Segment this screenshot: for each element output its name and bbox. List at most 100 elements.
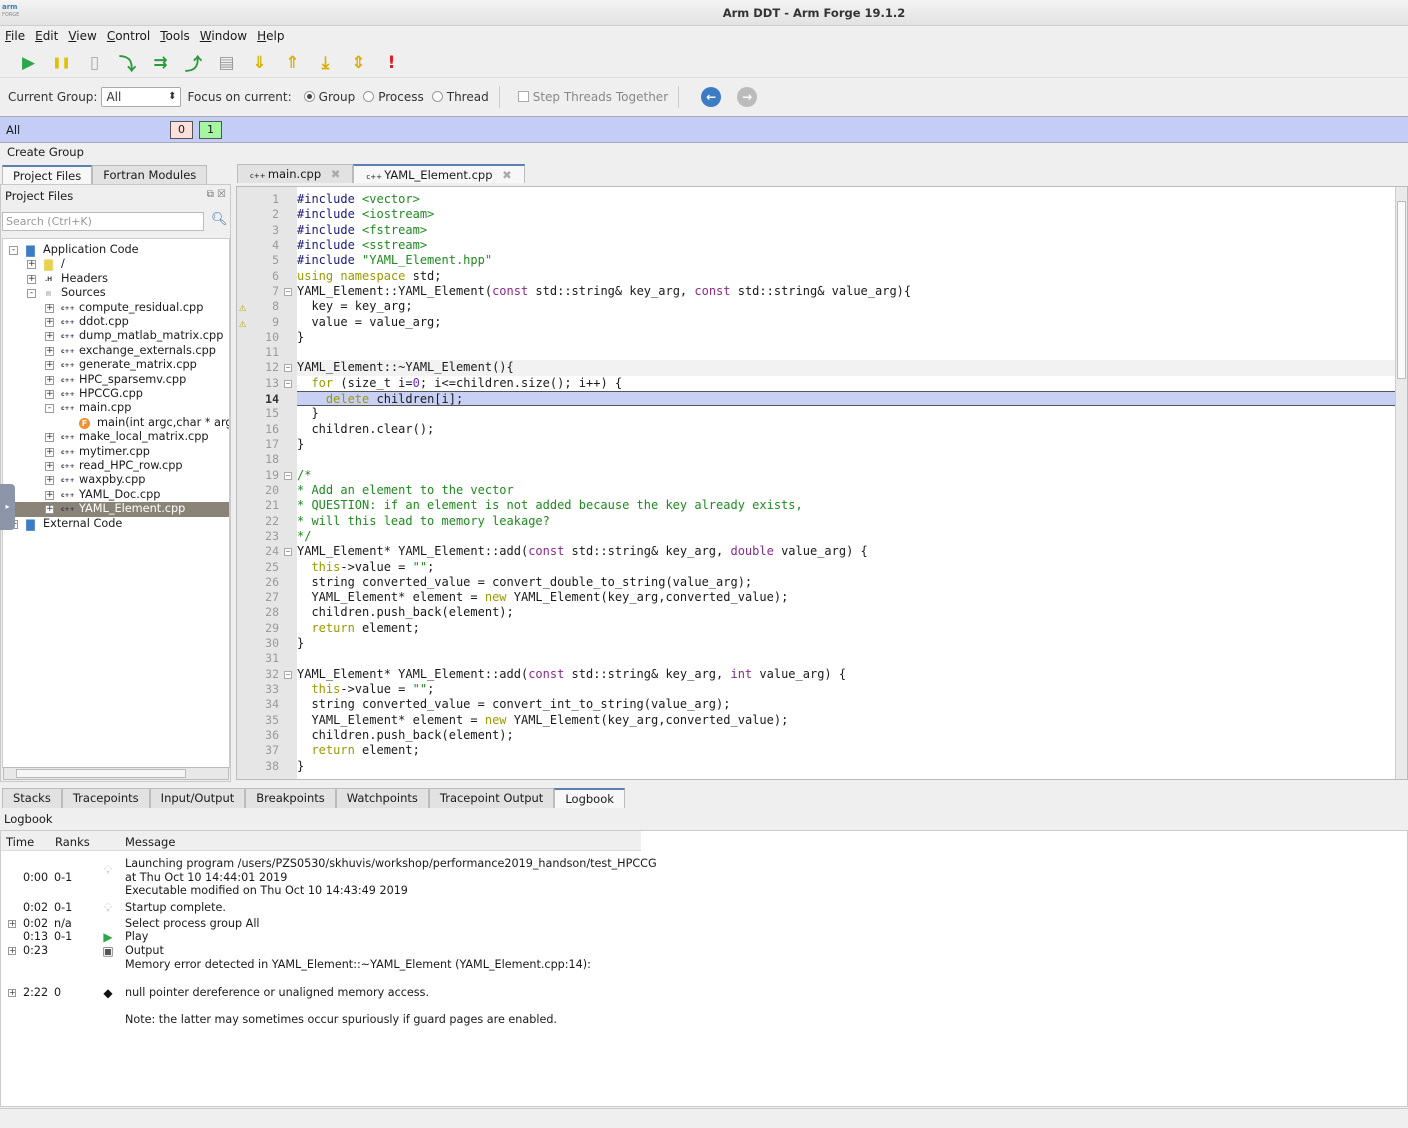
code-line[interactable]: 15 } <box>265 406 1395 421</box>
fold-toggle-icon[interactable]: − <box>284 364 292 373</box>
radio-group[interactable]: Group <box>296 90 355 104</box>
expand-toggle-icon[interactable]: + <box>45 490 54 500</box>
search-icon[interactable]: 🔍︎ <box>211 212 228 227</box>
forward-arrow-icon[interactable]: → <box>737 87 758 107</box>
code-line[interactable]: 8 ⚠ key = key_arg; <box>239 299 1395 314</box>
code-line[interactable]: 35 YAML_Element* element = new YAML_Elem… <box>265 713 1395 728</box>
side-panel-handle[interactable]: ▸ <box>0 484 15 530</box>
tree-item[interactable]: Fmain(int argc,char * argv <box>3 416 229 430</box>
code-line[interactable]: 5 #include "YAML_Element.hpp" <box>272 253 1395 268</box>
tree-item[interactable]: + c++ compute_residual.cpp <box>3 301 229 315</box>
radio-button[interactable] <box>363 91 375 102</box>
column-ranks[interactable]: Ranks <box>55 835 90 849</box>
code-line[interactable]: 13− for (size_t i=0; i<=children.size();… <box>265 376 1395 391</box>
current-group-select[interactable]: All ⬍ <box>101 87 182 107</box>
expand-toggle-icon[interactable]: + <box>8 947 16 956</box>
close-tab-icon[interactable]: ✖ <box>499 168 512 182</box>
column-time[interactable]: Time <box>6 835 34 849</box>
code-line[interactable]: 3 #include <fstream> <box>272 223 1395 238</box>
log-entry[interactable]: 0:00 0-1 💡︎ Launching program /users/PZS053… <box>1 857 1401 898</box>
tree-item[interactable]: + c++ HPCCG.cpp <box>3 387 229 401</box>
code-line[interactable]: 24− YAML_Element* YAML_Element::add(const… <box>265 544 1395 559</box>
tree-item[interactable]: + c++ generate_matrix.cpp <box>3 358 229 372</box>
step-into-icon[interactable]: ⤵ <box>111 50 144 76</box>
radio-thread[interactable]: Thread <box>424 90 489 104</box>
expand-toggle-icon[interactable]: + <box>45 303 54 313</box>
expand-toggle-icon[interactable]: + <box>45 505 54 515</box>
radio-button[interactable] <box>303 91 315 102</box>
expand-toggle-icon[interactable]: + <box>27 260 36 270</box>
code-line[interactable]: 33 this->value = ""; <box>265 682 1395 697</box>
tree-item[interactable]: + ▇ / <box>3 257 229 271</box>
expand-toggle-icon[interactable]: + <box>8 988 16 997</box>
code-area[interactable]: 1 #include <vector> 2 #include <iostream> 3 #… <box>239 192 1395 774</box>
code-line[interactable]: 17} <box>265 437 1395 452</box>
align-stacks-icon[interactable]: ⇕ <box>342 50 375 76</box>
code-line[interactable]: 2 #include <iostream> <box>272 207 1395 222</box>
tree-item[interactable]: + c++ YAML_Doc.cpp <box>3 488 229 502</box>
expand-toggle-icon[interactable]: + <box>45 318 54 327</box>
play-icon[interactable]: ▶ <box>12 50 45 76</box>
expand-toggle-icon[interactable]: + <box>45 390 54 399</box>
code-line[interactable]: 19−/* <box>265 468 1395 483</box>
menu-help[interactable]: Help <box>252 27 289 45</box>
bottom-frame-icon[interactable]: ⤓ <box>309 50 342 76</box>
process-group-bar[interactable]: All 0 1 <box>0 116 1408 143</box>
editor-tab[interactable]: c++ YAML_Element.cpp ✖ <box>353 164 525 183</box>
expand-toggle-icon[interactable]: + <box>45 361 54 371</box>
code-line[interactable]: 16 children.clear(); <box>265 422 1395 437</box>
expand-toggle-icon[interactable]: + <box>45 462 54 471</box>
down-frame-icon[interactable]: ⇓ <box>243 50 276 76</box>
step-over-icon[interactable]: ⇉ <box>144 50 177 76</box>
expand-toggle-icon[interactable]: - <box>27 289 36 299</box>
tree-item[interactable]: +▇External Code <box>3 517 229 531</box>
expand-toggle-icon[interactable]: - <box>9 246 18 255</box>
fold-toggle-icon[interactable]: − <box>284 379 292 388</box>
code-line[interactable]: 23 */ <box>265 529 1395 544</box>
tree-item[interactable]: + c++ exchange_externals.cpp <box>3 344 229 358</box>
code-line[interactable]: 6 using namespace std; <box>272 269 1395 284</box>
column-message[interactable]: Message <box>125 835 175 849</box>
tab-fortran-modules[interactable]: Fortran Modules <box>92 165 208 184</box>
vertical-scrollbar[interactable] <box>1395 187 1407 779</box>
expand-toggle-icon[interactable]: - <box>45 404 54 414</box>
code-line[interactable]: 27 YAML_Element* element = new YAML_Elem… <box>265 590 1395 605</box>
expand-toggle-icon[interactable]: + <box>45 476 54 486</box>
log-entry[interactable]: 0:02 n/a + Select process group All <box>1 917 1401 931</box>
code-line[interactable]: 30} <box>265 636 1395 651</box>
tab-tracepoints[interactable]: Tracepoints <box>61 788 150 808</box>
log-entry[interactable]: 0:23 + ▣ Output Memory error detected in YAM… <box>1 944 1401 984</box>
process-rank-0[interactable]: 0 <box>170 121 193 139</box>
code-line[interactable]: 18 <box>265 452 1395 467</box>
code-line[interactable]: 1 #include <vector> <box>272 192 1395 207</box>
editor-tab[interactable]: c++ main.cpp ✖ <box>237 164 354 183</box>
tree-item[interactable]: - ▤ Sources <box>3 286 229 300</box>
code-line[interactable]: 7− YAML_Element::YAML_Element(const std::… <box>272 284 1395 299</box>
step-threads-together-checkbox[interactable]: Step Threads Together <box>510 90 668 104</box>
tree-item[interactable]: + c++ make_local_matrix.cpp <box>3 430 229 444</box>
step-out-icon[interactable]: ⤴ <box>177 50 210 76</box>
tab-breakpoints[interactable]: Breakpoints <box>245 788 336 808</box>
menu-view[interactable]: View <box>63 27 101 45</box>
search-input[interactable]: Search (Ctrl+K) <box>2 212 204 231</box>
tree-item[interactable]: + c++ dump_matlab_matrix.cpp <box>3 329 229 343</box>
tree-item[interactable]: - ▇ Application Code <box>3 243 229 257</box>
expand-toggle-icon[interactable]: + <box>45 433 54 443</box>
code-line[interactable]: 26 string converted_value = convert_doub… <box>265 575 1395 590</box>
fold-toggle-icon[interactable]: − <box>284 548 292 557</box>
tree-item[interactable]: + .H Headers <box>3 272 229 286</box>
menu-file[interactable]: File <box>0 27 30 45</box>
tab-tracepoint-output[interactable]: Tracepoint Output <box>428 788 555 808</box>
tab-watchpoints[interactable]: Watchpoints <box>335 788 429 808</box>
menu-edit[interactable]: Edit <box>30 27 63 45</box>
radio-button[interactable] <box>431 91 443 102</box>
tree-item[interactable]: + c++ waxpby.cpp <box>3 473 229 487</box>
log-entry[interactable]: 2:22 0 + ◆ null pointer dereference or unali… <box>1 986 1401 1027</box>
horizontal-scrollbar[interactable] <box>3 767 229 780</box>
warning-icon[interactable]: ⚠ <box>239 316 246 331</box>
code-line[interactable]: 4 #include <sstream> <box>272 238 1395 253</box>
add-breakpoint-icon[interactable]: ▯ <box>78 50 111 76</box>
back-arrow-icon[interactable]: ← <box>701 87 722 107</box>
tree-item[interactable]: + c++ read_HPC_row.cpp <box>3 459 229 473</box>
tab-logbook[interactable]: Logbook <box>554 788 625 808</box>
